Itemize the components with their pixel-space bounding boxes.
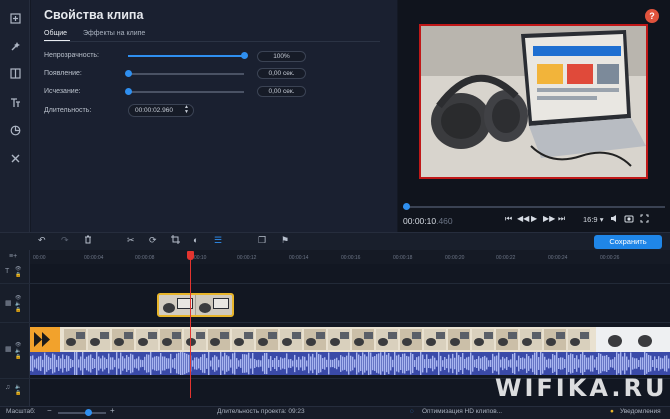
watermark-logo: WIFIKA.RU [495,374,668,402]
ruler-tick-label: 00:00:16 [341,255,361,261]
magic-wand-icon[interactable] [6,37,24,55]
zoom-slider[interactable] [58,412,106,414]
opacity-slider[interactable] [128,52,248,59]
text-track-controls-icon[interactable]: 👁 🔒 [15,266,21,278]
color-adjust-icon[interactable]: ◐ [193,235,198,245]
ruler-tick-label: 00:00:04 [84,255,104,261]
opacity-value-field[interactable]: 100% [257,51,306,62]
fadein-value-field[interactable]: 0,00 сек. [257,68,306,79]
left-toolbar [0,0,30,232]
marker-flag-icon[interactable]: ⚑ [281,235,289,246]
crop-icon[interactable] [171,235,180,246]
main-video-clip[interactable] [30,327,670,352]
tools-icon[interactable] [6,149,24,167]
text-track-icon: T [5,268,10,275]
video-editor-window: Свойства клипа Общие Эффекты на клипе Не… [0,0,670,419]
ruler-tick-label: 00:00:20 [445,255,465,261]
skip-end-icon[interactable]: ⏭ [558,214,565,224]
fadein-slider-knob[interactable] [125,70,132,77]
save-button[interactable]: Сохранить [594,235,662,249]
titles-icon[interactable] [6,93,24,111]
ruler-tick-label: 00:00:14 [289,255,309,261]
music-track-controls-icon[interactable]: 🔈 🔒 [15,384,21,396]
project-duration: Длительность проекта: 09:23 [217,408,305,415]
prev-frame-icon[interactable]: ◀◀ [517,214,529,223]
fullscreen-icon[interactable] [640,214,649,225]
status-bar: Масштаб: − + Длительность проекта: 09:23… [0,406,670,419]
zoom-in-icon[interactable]: + [110,406,115,415]
video-track-icon: ▦ [5,346,12,353]
notification-icon[interactable]: ● [610,408,614,415]
preview-frame-image [419,24,648,179]
ruler-tick-label: 00:00:24 [548,255,568,261]
tab-clip-effects[interactable]: Эффекты на клипе [83,30,145,37]
edit-toolbar [0,232,670,250]
fadein-slider[interactable] [125,70,244,77]
undo-icon[interactable]: ↶ [38,235,46,246]
opacity-slider-fill [128,55,244,57]
spinner-icon: ◌ [410,408,414,415]
timecode-ms: .460 [436,216,453,226]
track-divider [0,283,670,284]
fadein-label: Появление: [44,70,82,77]
fadeout-slider-knob[interactable] [125,88,132,95]
opacity-label: Непрозрачность: [44,52,99,59]
aspect-ratio-value: 16:9 [583,215,598,224]
hd-optimization-status: Оптимизация HD клипов... [422,408,503,415]
stickers-icon[interactable] [6,121,24,139]
duration-value: 00:00:02.960 [135,107,173,114]
clip-properties-icon[interactable]: ☰ [214,235,222,246]
zoom-label: Масштаб: [6,408,36,415]
aspect-ratio-select[interactable]: 16:9 ▾ [583,215,603,224]
play-icon[interactable]: ▶ [531,214,537,223]
fadeout-label: Исчезание: [44,88,81,95]
playhead-handle[interactable] [187,251,194,260]
music-track-icon: ♫ [5,384,11,391]
timecode-main: 00:00:10 [403,216,437,226]
cut-icon[interactable]: ✂ [127,235,135,246]
preview-timeline-bar[interactable] [403,206,665,208]
fadeout-value-field[interactable]: 0,00 сек. [257,86,306,97]
redo-icon[interactable]: ↷ [61,235,69,246]
notifications-label[interactable]: Уведомления [620,408,661,415]
video-track-controls-icon[interactable]: 👁 🔈 🔒 [15,342,21,360]
volume-icon[interactable] [610,214,619,225]
panel-title: Свойства клипа [44,8,144,22]
preview-timecode: 00:00:10.460 [403,216,453,226]
duration-spinner-icon[interactable]: ▲ ▼ [184,105,189,115]
ruler-tick-label: 00:00:08 [135,255,155,261]
next-frame-icon[interactable]: ▶▶ [543,214,555,223]
skip-start-icon[interactable]: ⏮ [505,214,512,224]
ruler-tick-label: 00:00 [33,255,46,261]
clip-properties-panel: Свойства клипа Общие Эффекты на клипе Не… [31,0,397,232]
add-track-icon[interactable]: ≡+ [9,253,17,260]
ruler-tick-label: 00:00:26 [600,255,620,261]
transitions-icon[interactable] [6,64,24,82]
rotate-icon[interactable]: ⟳ [149,235,157,246]
overlay-track-controls-icon[interactable]: 👁 🔈 🔒 [15,295,21,313]
track-divider [0,322,670,323]
overlay-track-icon: ▦ [5,300,12,307]
playhead-line[interactable] [190,252,191,398]
ruler-tick-label: 00:00:18 [393,255,413,261]
snapshot-icon[interactable] [624,214,634,225]
zoom-slider-knob[interactable] [85,409,92,416]
audio-waveform-track[interactable] [30,352,670,375]
opacity-slider-knob[interactable] [241,52,248,59]
duration-field[interactable]: 00:00:02.960 ▲ ▼ [128,104,194,117]
help-icon[interactable]: ? [645,9,659,23]
ruler-tick-label: 00:00:12 [237,255,257,261]
import-icon[interactable] [6,9,24,27]
media-icon[interactable]: ❐ [258,235,266,246]
tab-general[interactable]: Общие [44,30,67,37]
overlay-clip-selected[interactable] [157,293,234,317]
tab-divider [44,41,380,42]
preview-position-knob[interactable] [403,203,410,210]
active-tab-indicator [44,40,70,41]
duration-label: Длительность: [44,107,92,114]
zoom-out-icon[interactable]: − [47,406,52,415]
fadeout-slider[interactable] [125,88,244,95]
delete-icon[interactable] [84,235,92,246]
ruler-tick-label: 00:00:22 [496,255,516,261]
